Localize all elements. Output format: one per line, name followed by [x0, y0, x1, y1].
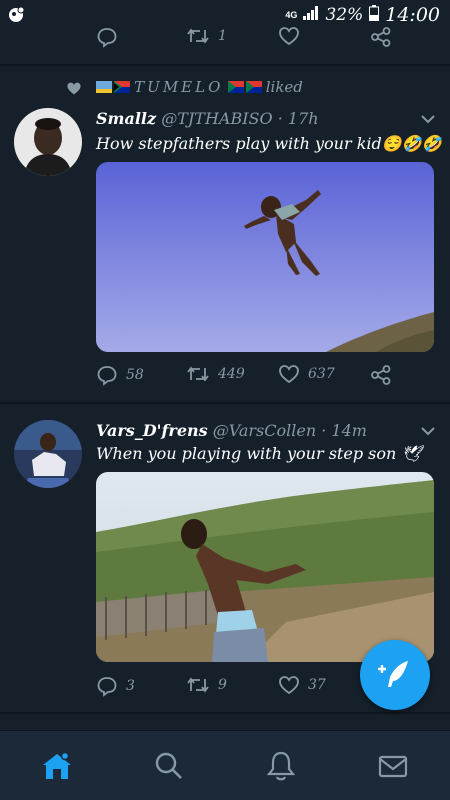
signal-icon [303, 5, 319, 25]
avatar[interactable] [14, 420, 82, 488]
retweet-button[interactable]: 1 [186, 26, 227, 46]
tweet-text: How stepfathers play with your kid😌🤣🤣 [96, 134, 442, 153]
author-handle[interactable]: @TJTHABISO [161, 109, 272, 128]
flag-icon [227, 80, 262, 97]
battery-icon [369, 4, 380, 26]
reply-icon [96, 675, 118, 697]
heart-icon [278, 364, 300, 384]
tweet-actions: 58 449 637 [0, 364, 450, 394]
tweet-text-body: When you playing with your step son [96, 444, 397, 463]
home-icon [40, 751, 74, 787]
reply-button[interactable]: 3 [96, 675, 135, 697]
social-context[interactable]: TUMELO liked [96, 78, 303, 97]
reply-icon [96, 364, 118, 386]
reply-count: 3 [126, 678, 135, 694]
heart-icon [278, 26, 300, 46]
nav-notifications[interactable] [264, 749, 298, 783]
tweet-text: When you playing with your step son 🕊 [96, 444, 422, 463]
liked-by-name: TUMELO [134, 78, 224, 96]
liked-label: liked [265, 78, 303, 96]
reply-button[interactable]: 58 [96, 364, 144, 386]
reply-icon [96, 26, 118, 48]
mail-icon [376, 755, 410, 787]
compose-icon [378, 659, 412, 696]
divider [0, 402, 450, 404]
retweet-icon [186, 26, 210, 46]
author-name[interactable]: Vars_D'frens [96, 421, 208, 440]
tweet-emoji: 🕊 [401, 444, 422, 463]
avatar[interactable] [14, 108, 82, 176]
tweet-emoji: 😌🤣🤣 [381, 134, 442, 153]
tweet-time: 14m [331, 421, 367, 440]
like-count: 637 [308, 366, 335, 382]
retweet-icon [186, 364, 210, 384]
nav-search[interactable] [152, 749, 186, 783]
retweet-button[interactable]: 9 [186, 675, 227, 695]
bottom-nav [0, 730, 450, 800]
bell-icon [264, 751, 298, 787]
nav-messages[interactable] [376, 749, 410, 783]
compose-button[interactable] [360, 640, 430, 710]
heart-icon [278, 675, 300, 695]
clock: 14:00 [385, 4, 440, 26]
like-button[interactable]: 37 [278, 675, 326, 695]
flag-icon [96, 80, 130, 97]
retweet-icon [186, 675, 210, 695]
author-handle[interactable]: @VarsCollen [213, 421, 316, 440]
tweet-media[interactable] [96, 162, 434, 352]
tweet-header: Smallz @TJTHABISO · 17h [96, 109, 319, 128]
nav-home[interactable] [40, 749, 74, 783]
liked-heart-icon [66, 81, 82, 101]
battery-percent: 32% [325, 5, 364, 25]
network-type: 4G [285, 9, 298, 20]
tweet-media[interactable] [96, 472, 434, 662]
divider [0, 712, 450, 714]
like-button[interactable]: 637 [278, 364, 335, 384]
tweet-text-body: How stepfathers play with your kid [96, 134, 382, 153]
divider [0, 64, 450, 66]
chevron-down-icon[interactable] [420, 111, 436, 127]
chevron-down-icon[interactable] [420, 423, 436, 439]
share-button[interactable] [370, 26, 392, 48]
top-tweet-actions: 1 [0, 26, 450, 56]
reply-count: 58 [126, 367, 144, 383]
like-count: 37 [308, 677, 326, 693]
share-icon [370, 364, 392, 386]
reply-button[interactable] [96, 26, 118, 48]
tweet-time: 17h [287, 109, 319, 128]
like-button[interactable] [278, 26, 300, 46]
retweet-count: 9 [218, 677, 227, 693]
author-name[interactable]: Smallz [96, 109, 156, 128]
search-icon [152, 752, 186, 787]
retweet-count: 449 [218, 366, 245, 382]
share-icon [370, 26, 392, 48]
retweet-button[interactable]: 449 [186, 364, 245, 384]
share-button[interactable] [370, 364, 392, 386]
tweet-header: Vars_D'frens @VarsCollen · 14m [96, 421, 367, 440]
retweet-count: 1 [218, 28, 227, 44]
